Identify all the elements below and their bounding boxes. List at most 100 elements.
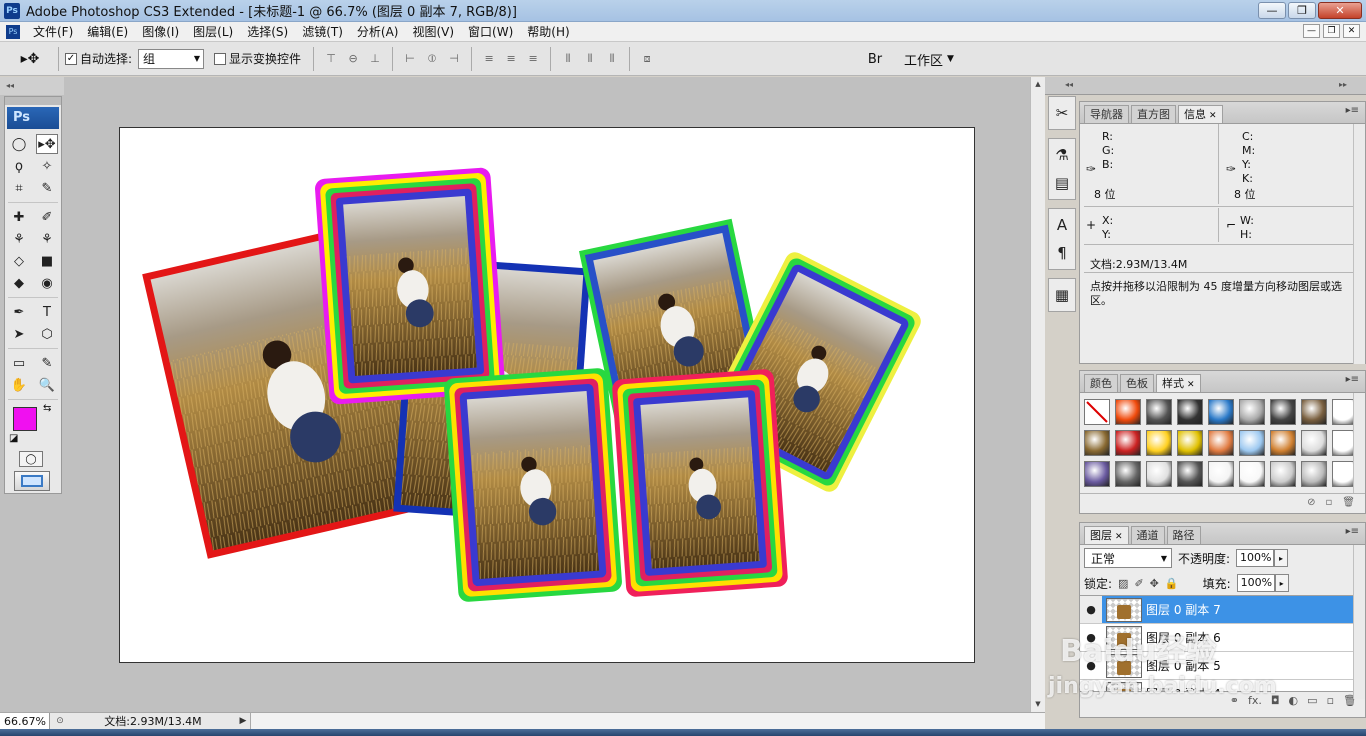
style-swatch[interactable] — [1301, 461, 1327, 487]
doc-restore-button[interactable]: ❐ — [1323, 24, 1340, 38]
menu-filter[interactable]: 滤镜(T) — [295, 23, 350, 40]
document-canvas[interactable] — [119, 127, 975, 663]
character-icon[interactable]: A — [1049, 211, 1075, 239]
crop-tool-icon[interactable]: ⌗ — [8, 178, 30, 198]
menu-select[interactable]: 选择(S) — [240, 23, 295, 40]
menu-layer[interactable]: 图层(L) — [186, 23, 240, 40]
style-swatch[interactable] — [1177, 399, 1203, 425]
lock-image-icon[interactable]: ✐ — [1134, 577, 1143, 590]
workspace-menu[interactable]: 工作区 ▼ — [896, 48, 962, 70]
distribute-hcenter-icon[interactable]: ⦀ — [581, 50, 599, 68]
brush-tool-icon[interactable]: ✐ — [36, 207, 58, 227]
pen-tool-icon[interactable]: ✒ — [8, 302, 30, 322]
menu-app-icon[interactable]: Ps — [6, 24, 20, 39]
style-swatch[interactable] — [1208, 430, 1234, 456]
style-swatch[interactable] — [1270, 399, 1296, 425]
style-swatch[interactable] — [1146, 461, 1172, 487]
visibility-eye-icon[interactable]: ● — [1080, 659, 1102, 672]
panel-menu-icon[interactable]: ▸≡ — [1346, 374, 1359, 385]
auto-select-checkbox[interactable]: ✓ — [65, 52, 77, 65]
align-right-icon[interactable]: ⊣ — [445, 50, 463, 68]
marquee-tool-icon[interactable]: ◯ — [8, 134, 30, 154]
distribute-top-icon[interactable]: ≡ — [480, 50, 498, 68]
dock-collapse-right[interactable]: ▸▸ — [1339, 80, 1347, 89]
zoom-tool-icon[interactable]: 🔍 — [36, 375, 58, 395]
opacity-slider-toggle[interactable]: ▸ — [1274, 549, 1289, 567]
style-swatch[interactable] — [1208, 399, 1234, 425]
style-swatch[interactable] — [1239, 461, 1265, 487]
shape-tool-icon[interactable]: ⬡ — [36, 324, 58, 344]
default-colors-icon[interactable]: ◪ — [9, 433, 18, 444]
style-swatch[interactable] — [1146, 430, 1172, 456]
distribute-vcenter-icon[interactable]: ≡ — [502, 50, 520, 68]
lock-all-icon[interactable]: 🔒 — [1165, 577, 1179, 590]
style-swatch[interactable] — [1270, 430, 1296, 456]
blur-tool-icon[interactable]: ◆ — [8, 273, 30, 293]
doc-close-button[interactable]: ✕ — [1343, 24, 1360, 38]
clone-source-icon[interactable]: ▤ — [1049, 169, 1075, 197]
tab-layers[interactable]: 图层 ✕ — [1084, 526, 1129, 544]
dodge-tool-icon[interactable]: ◉ — [36, 273, 58, 293]
panel-menu-icon[interactable]: ▸≡ — [1346, 526, 1359, 537]
style-swatch[interactable] — [1177, 461, 1203, 487]
layer-comps-icon[interactable]: ▦ — [1049, 281, 1075, 309]
align-top-icon[interactable]: ⊤ — [322, 50, 340, 68]
brushes-icon[interactable]: ⚗ — [1049, 141, 1075, 169]
clone-stamp-tool-icon[interactable]: ⚘ — [8, 229, 30, 249]
slice-tool-icon[interactable]: ✎ — [36, 178, 58, 198]
eraser-tool-icon[interactable]: ◇ — [8, 251, 30, 271]
style-swatch[interactable] — [1177, 430, 1203, 456]
layers-panel-scrollbar[interactable] — [1353, 545, 1365, 699]
move-tool-icon[interactable]: ▸✥ — [36, 134, 58, 154]
style-swatch[interactable] — [1301, 399, 1327, 425]
close-button[interactable]: ✕ — [1318, 2, 1362, 19]
bridge-button[interactable]: Br — [862, 47, 888, 71]
tab-navigator[interactable]: 导航器 — [1084, 105, 1129, 123]
style-swatch[interactable] — [1239, 430, 1265, 456]
layer-row[interactable]: ● 图层 0 副本 4 — [1080, 680, 1365, 691]
opacity-input[interactable]: 100% — [1236, 549, 1275, 567]
dock-collapse-left[interactable]: ◂◂ — [1065, 80, 1073, 89]
dock-header[interactable]: ◂◂ ▸▸ — [1045, 77, 1366, 95]
style-swatch[interactable] — [1084, 430, 1110, 456]
tab-histogram[interactable]: 直方图 — [1131, 105, 1176, 123]
minimize-button[interactable]: — — [1258, 2, 1286, 19]
style-swatch[interactable] — [1208, 461, 1234, 487]
new-layer-icon[interactable]: ▫ — [1327, 694, 1334, 707]
eyedropper-tool-icon[interactable]: ✎ — [36, 353, 58, 373]
tab-info[interactable]: 信息 ✕ — [1178, 105, 1223, 123]
tab-swatches[interactable]: 色板 — [1120, 374, 1154, 392]
align-vcenter-icon[interactable]: ⊖ — [344, 50, 362, 68]
tab-channels[interactable]: 通道 — [1130, 526, 1165, 544]
menu-help[interactable]: 帮助(H) — [520, 23, 576, 40]
menu-image[interactable]: 图像(I) — [135, 23, 186, 40]
menu-file[interactable]: 文件(F) — [26, 23, 80, 40]
panel-menu-icon[interactable]: ▸≡ — [1346, 105, 1359, 116]
style-swatch[interactable] — [1084, 399, 1110, 425]
layer-row[interactable]: ● 图层 0 副本 5 — [1080, 652, 1365, 680]
lock-position-icon[interactable]: ✥ — [1150, 577, 1159, 590]
doc-minimize-button[interactable]: — — [1303, 24, 1320, 38]
new-style-icon[interactable]: ▫ — [1326, 497, 1333, 508]
visibility-eye-icon[interactable]: ● — [1080, 687, 1102, 691]
menu-window[interactable]: 窗口(W) — [461, 23, 520, 40]
hand-tool-icon[interactable]: ✋ — [8, 375, 30, 395]
style-swatch[interactable] — [1115, 461, 1141, 487]
style-swatch[interactable] — [1084, 461, 1110, 487]
trash-icon[interactable]: 🗑 — [1342, 497, 1355, 508]
style-swatch[interactable] — [1301, 430, 1327, 456]
auto-select-dropdown[interactable]: 组 ▼ — [138, 48, 205, 69]
lock-transparent-icon[interactable]: ▨ — [1118, 577, 1128, 590]
align-bottom-icon[interactable]: ⊥ — [366, 50, 384, 68]
restore-button[interactable]: ❐ — [1288, 2, 1316, 19]
history-brush-tool-icon[interactable]: ⚘ — [36, 229, 58, 249]
info-panel-scrollbar[interactable] — [1353, 124, 1365, 364]
align-hcenter-icon[interactable]: ⦶ — [423, 50, 441, 68]
distribute-right-icon[interactable]: ⦀ — [603, 50, 621, 68]
show-transform-checkbox[interactable] — [214, 52, 227, 65]
scroll-up-icon[interactable]: ▲ — [1031, 77, 1045, 92]
style-swatch[interactable] — [1115, 430, 1141, 456]
tab-styles[interactable]: 样式 ✕ — [1156, 374, 1201, 392]
layer-style-icon[interactable]: fx. — [1248, 694, 1262, 707]
scroll-down-icon[interactable]: ▼ — [1031, 697, 1045, 712]
